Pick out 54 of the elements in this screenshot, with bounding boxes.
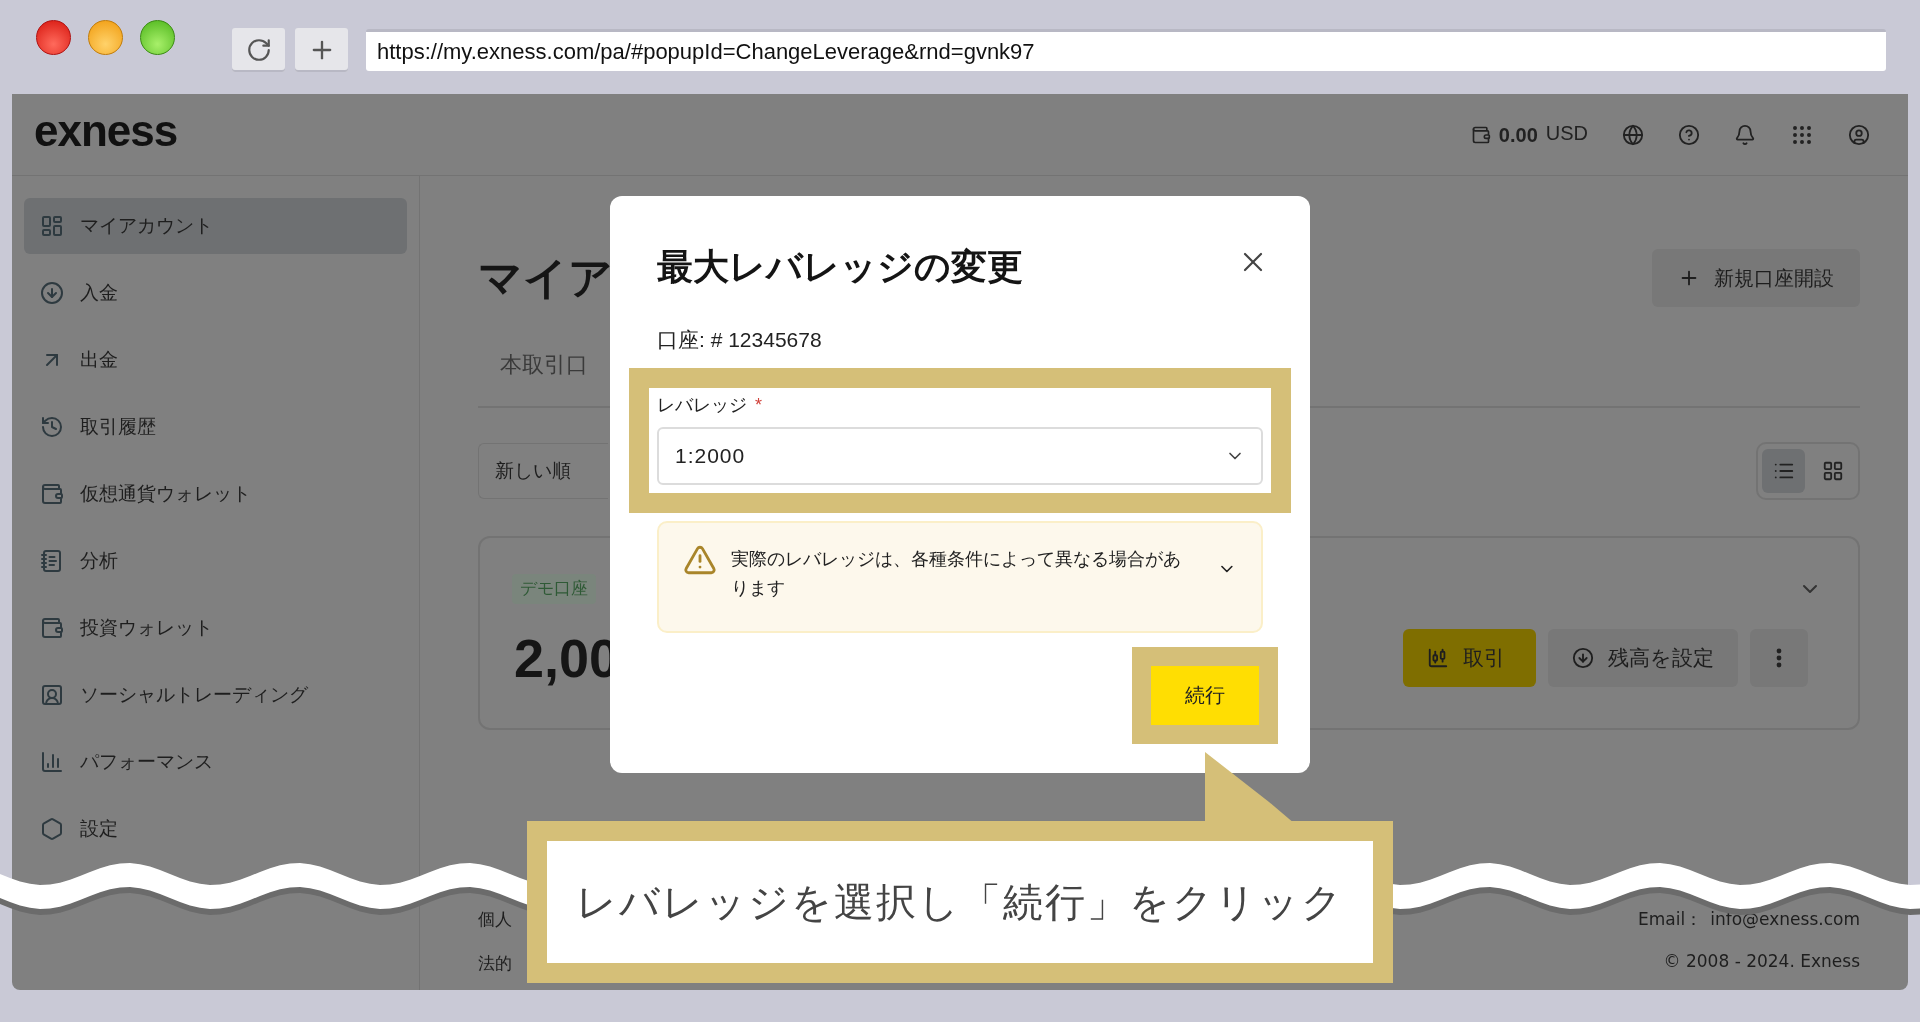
- required-mark: *: [755, 393, 762, 417]
- bell-icon[interactable]: [1734, 123, 1756, 146]
- footer-link[interactable]: 個人: [478, 907, 512, 933]
- sidebar-item[interactable]: マイアカウント: [24, 198, 407, 254]
- sidebar-item[interactable]: ソーシャルトレーディング: [24, 667, 407, 723]
- account-number: 口座: # 12345678: [657, 327, 823, 353]
- field-label: レバレッジ: [657, 393, 747, 417]
- sidebar-item[interactable]: パフォーマンス: [24, 734, 407, 790]
- copyright-text: © 2008 - 2024. Exness: [1663, 949, 1860, 973]
- email-label: Email：: [1638, 908, 1703, 931]
- help-icon[interactable]: [1678, 123, 1700, 146]
- set-balance-button[interactable]: 残高を設定: [1548, 629, 1738, 687]
- footer-link[interactable]: 法的: [478, 950, 512, 976]
- sidebar-item[interactable]: 投資ウォレット: [24, 600, 407, 656]
- refresh-button[interactable]: [232, 28, 285, 72]
- leverage-select[interactable]: 1:2000: [657, 426, 1263, 485]
- sort-select[interactable]: 新しい順: [478, 443, 608, 499]
- refresh-icon: [245, 37, 272, 63]
- list-view-button[interactable]: [1762, 449, 1805, 493]
- logo[interactable]: exness: [34, 97, 178, 164]
- callout-text: レバレッジを選択し「続行」をクリック: [576, 879, 1344, 926]
- bar-chart-icon: [40, 750, 64, 774]
- user-card-icon: [40, 683, 64, 707]
- wallet-icon[interactable]: [1470, 124, 1491, 145]
- sidebar-item[interactable]: 入金: [24, 265, 407, 321]
- candlestick-icon: [1427, 647, 1449, 669]
- page-title: マイア: [478, 252, 613, 304]
- profile-icon[interactable]: [1848, 123, 1870, 146]
- globe-icon[interactable]: [1622, 123, 1644, 146]
- new-tab-button[interactable]: [295, 28, 348, 72]
- new-account-button[interactable]: 新規口座開設: [1652, 249, 1860, 307]
- sidebar-item[interactable]: 出金: [24, 332, 407, 388]
- dashboard-icon: [40, 214, 64, 238]
- continue-button[interactable]: 続行: [1151, 665, 1259, 725]
- warning-text: 実際のレバレッジは、各種条件によって異なる場合があります: [731, 547, 1182, 600]
- modal-title: 最大レバレッジの変更: [657, 245, 1023, 289]
- address-bar[interactable]: https://my.exness.com/pa/#popupId=ChangeLeverage&rnd=gvnk97: [366, 29, 1886, 71]
- demo-badge: デモ口座: [512, 574, 596, 604]
- grid-icon: [1821, 460, 1844, 482]
- balance-amount: 0.00: [1498, 122, 1538, 148]
- sidebar-item[interactable]: 設定: [24, 801, 407, 857]
- sidebar-item[interactable]: 仮想通貨ウォレット: [24, 466, 407, 522]
- sidebar-item[interactable]: 分析: [24, 533, 407, 589]
- wallet-icon: [40, 616, 64, 640]
- trade-button[interactable]: 取引: [1403, 629, 1536, 687]
- more-icon: [1776, 648, 1782, 668]
- account-tab[interactable]: 本取引口: [500, 348, 588, 381]
- sidebar-item[interactable]: 取引履歴: [24, 399, 407, 455]
- history-icon: [40, 415, 64, 439]
- settings-icon: [40, 817, 64, 841]
- currency-label: USD: [1545, 121, 1588, 146]
- email-link[interactable]: info@exness.com: [1710, 907, 1860, 933]
- document-icon: [40, 549, 64, 573]
- wallet-icon: [40, 482, 64, 506]
